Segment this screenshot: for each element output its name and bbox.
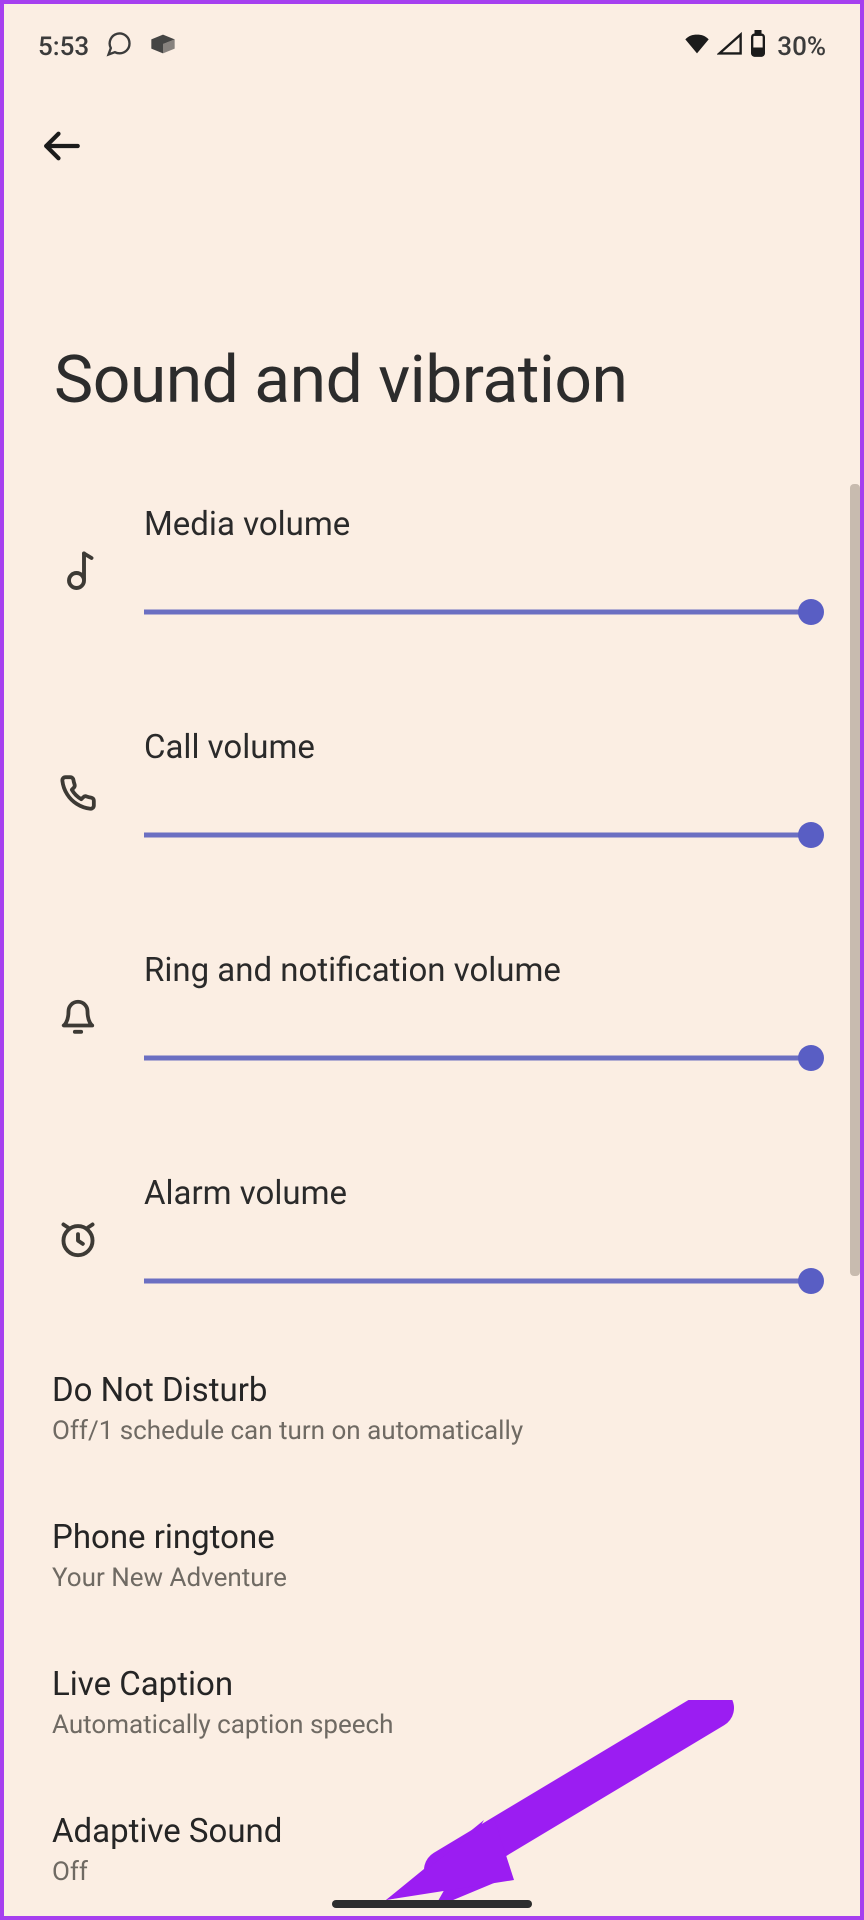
phone-icon <box>52 728 104 838</box>
media-volume-slider[interactable] <box>144 598 812 626</box>
setting-sub: Automatically caption speech <box>52 1710 812 1740</box>
setting-title: Do Not Disturb <box>52 1371 812 1410</box>
battery-icon <box>749 30 767 65</box>
bell-icon <box>52 951 104 1061</box>
adaptive-sound-item[interactable]: Adaptive Sound Off <box>52 1812 812 1887</box>
back-button[interactable] <box>34 118 90 174</box>
nav-handle[interactable] <box>332 1900 532 1908</box>
media-volume-row: Media volume <box>52 505 812 626</box>
status-time: 5:53 <box>38 32 89 62</box>
media-volume-label: Media volume <box>144 505 812 544</box>
setting-title: Adaptive Sound <box>52 1812 812 1851</box>
live-caption-item[interactable]: Live Caption Automatically caption speec… <box>52 1665 812 1740</box>
alarm-clock-icon <box>52 1174 104 1284</box>
setting-sub: Off <box>52 1857 812 1887</box>
setting-sub: Your New Adventure <box>52 1563 812 1593</box>
package-icon <box>149 32 177 63</box>
call-volume-label: Call volume <box>144 728 812 767</box>
alarm-volume-slider[interactable] <box>144 1267 812 1295</box>
battery-percent: 30% <box>777 32 826 62</box>
ring-volume-row: Ring and notification volume <box>52 951 812 1072</box>
arrow-left-icon <box>41 125 83 167</box>
settings-list: Do Not Disturb Off/1 schedule can turn o… <box>4 1295 860 1887</box>
whatsapp-icon <box>105 30 133 65</box>
ring-volume-slider[interactable] <box>144 1044 812 1072</box>
page-title: Sound and vibration <box>4 174 860 419</box>
volume-sliders-section: Media volume Call volume Ring and <box>4 419 860 1295</box>
do-not-disturb-item[interactable]: Do Not Disturb Off/1 schedule can turn o… <box>52 1371 812 1446</box>
call-volume-slider[interactable] <box>144 821 812 849</box>
wifi-icon <box>683 32 711 63</box>
music-note-icon <box>52 505 104 615</box>
alarm-volume-label: Alarm volume <box>144 1174 812 1213</box>
ring-volume-label: Ring and notification volume <box>144 951 812 990</box>
call-volume-row: Call volume <box>52 728 812 849</box>
signal-icon <box>717 32 743 63</box>
alarm-volume-row: Alarm volume <box>52 1174 812 1295</box>
phone-ringtone-item[interactable]: Phone ringtone Your New Adventure <box>52 1518 812 1593</box>
setting-title: Phone ringtone <box>52 1518 812 1557</box>
status-bar: 5:53 <box>4 4 860 70</box>
setting-title: Live Caption <box>52 1665 812 1704</box>
scroll-indicator <box>850 484 860 1276</box>
setting-sub: Off/1 schedule can turn on automatically <box>52 1416 812 1446</box>
